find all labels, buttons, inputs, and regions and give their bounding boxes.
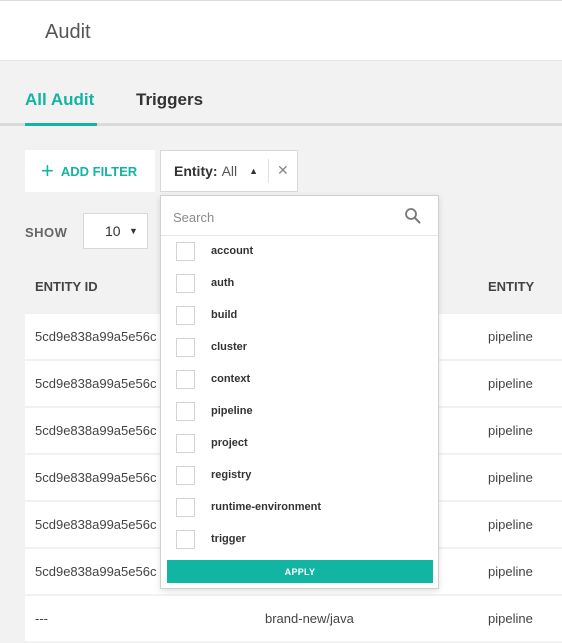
show-label: SHOW <box>25 225 68 240</box>
add-filter-label: ADD FILTER <box>60 163 138 179</box>
option-label: pipeline <box>211 405 253 417</box>
option-label: project <box>211 437 248 449</box>
checkbox[interactable] <box>176 466 195 485</box>
tab-bar: All Audit Triggers <box>0 88 562 126</box>
tab-all-audit[interactable]: All Audit <box>25 90 94 110</box>
chevron-down-icon: ▼ <box>129 226 138 236</box>
option-account[interactable]: account <box>161 236 438 268</box>
apply-button[interactable]: APPLY <box>167 560 433 583</box>
clear-filter-icon[interactable]: ✕ <box>277 162 289 179</box>
checkbox[interactable] <box>176 530 195 549</box>
checkbox[interactable] <box>176 434 195 453</box>
option-label: build <box>211 309 238 321</box>
cell-entity-id: 5cd9e838a99a5e56c <box>35 517 157 532</box>
search-icon <box>405 208 421 224</box>
tab-triggers[interactable]: Triggers <box>136 90 203 110</box>
option-label: cluster <box>211 341 248 353</box>
search-input[interactable] <box>171 204 395 230</box>
cell-entity-id: 5cd9e838a99a5e56c <box>35 564 157 579</box>
option-project[interactable]: project <box>161 428 438 460</box>
page-size-value: 10 <box>105 223 121 239</box>
option-context[interactable]: context <box>161 364 438 396</box>
cell-entity: pipeline <box>488 329 533 344</box>
checkbox[interactable] <box>176 338 195 357</box>
divider <box>268 159 269 183</box>
cell-entity-id: 5cd9e838a99a5e56c <box>35 376 157 391</box>
cell-entity: pipeline <box>488 517 533 532</box>
page-title: Audit <box>45 21 91 43</box>
cell-entity: pipeline <box>488 611 533 626</box>
checkbox[interactable] <box>176 402 195 421</box>
active-tab-indicator <box>25 123 97 126</box>
add-filter-button[interactable]: + ADD FILTER <box>25 150 155 192</box>
checkbox[interactable] <box>176 242 195 261</box>
option-label: registry <box>211 469 252 481</box>
cell-entity: pipeline <box>488 564 533 579</box>
entity-filter-label: Entity: <box>174 163 218 179</box>
entity-filter-value: All <box>221 163 238 179</box>
cell-entity-id: 5cd9e838a99a5e56c <box>35 470 157 485</box>
checkbox[interactable] <box>176 370 195 389</box>
page-header: Audit <box>0 0 562 61</box>
option-label: auth <box>211 277 235 289</box>
option-build[interactable]: build <box>161 300 438 332</box>
option-registry[interactable]: registry <box>161 460 438 492</box>
option-auth[interactable]: auth <box>161 268 438 300</box>
page-size-select[interactable]: 10 ▼ <box>83 213 148 249</box>
table-row[interactable]: --- brand-new/java pipeline <box>25 596 562 641</box>
option-runtime-environment[interactable]: runtime-environment <box>161 492 438 524</box>
column-header-entity[interactable]: ENTITY <box>488 279 534 294</box>
option-label: trigger <box>211 533 246 545</box>
cell-entity: pipeline <box>488 376 533 391</box>
cell-name: brand-new/java <box>265 611 354 626</box>
cell-entity-id: 5cd9e838a99a5e56c <box>35 329 157 344</box>
dropdown-search <box>161 196 438 236</box>
column-header-entity-id[interactable]: ENTITY ID <box>35 279 98 294</box>
cell-entity-id: --- <box>35 611 48 626</box>
entity-filter-chip[interactable]: Entity: All ▲ ✕ <box>160 150 298 192</box>
cell-entity-id: 5cd9e838a99a5e56c <box>35 423 157 438</box>
plus-icon: + <box>41 158 54 183</box>
entity-filter-dropdown: account auth build cluster context pipel… <box>160 195 439 589</box>
entity-option-list: account auth build cluster context pipel… <box>161 236 438 556</box>
cell-entity: pipeline <box>488 423 533 438</box>
option-trigger[interactable]: trigger <box>161 524 438 556</box>
option-cluster[interactable]: cluster <box>161 332 438 364</box>
checkbox[interactable] <box>176 306 195 325</box>
option-label: account <box>211 245 254 257</box>
checkbox[interactable] <box>176 274 195 293</box>
cell-entity: pipeline <box>488 470 533 485</box>
checkbox[interactable] <box>176 498 195 517</box>
option-pipeline[interactable]: pipeline <box>161 396 438 428</box>
caret-up-icon[interactable]: ▲ <box>249 166 258 176</box>
option-label: runtime-environment <box>211 501 322 513</box>
option-label: context <box>211 373 251 385</box>
